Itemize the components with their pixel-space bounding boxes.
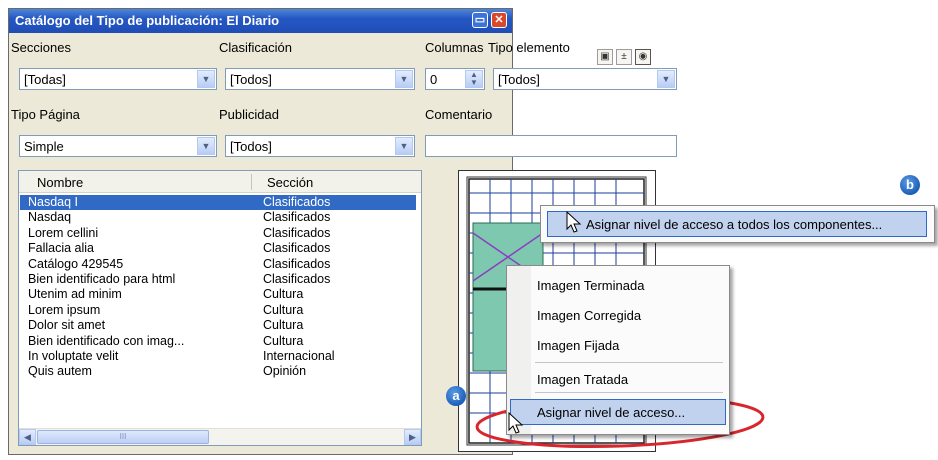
tipo-pagina-label: Tipo Página xyxy=(11,107,80,122)
menu-item-imagen-terminada[interactable]: Imagen Terminada xyxy=(537,278,644,293)
table-row[interactable]: Nasdaq I Clasificados xyxy=(20,195,416,210)
chevron-down-icon[interactable]: ▼ xyxy=(657,70,675,88)
secciones-select[interactable]: [Todas] ▼ xyxy=(19,68,217,90)
close-button[interactable]: ✕ xyxy=(491,12,507,28)
title-bar[interactable]: Catálogo del Tipo de publicación: El Dia… xyxy=(9,9,512,33)
window-title: Catálogo del Tipo de publicación: El Dia… xyxy=(15,13,280,28)
table-row[interactable]: Nasdaq Clasificados xyxy=(20,210,416,225)
column-header-nombre[interactable]: Nombre xyxy=(37,175,83,190)
secciones-label: Secciones xyxy=(11,40,71,55)
comentario-field[interactable] xyxy=(425,135,677,157)
tipo-elemento-select[interactable]: [Todos] ▼ xyxy=(493,68,677,90)
table-row[interactable]: Catálogo 429545 Clasificados xyxy=(20,257,416,272)
row-nombre: Dolor sit amet xyxy=(28,318,106,333)
clasificacion-label: Clasificación xyxy=(219,40,292,55)
chevron-down-icon[interactable]: ▼ xyxy=(395,137,413,155)
row-seccion: Clasificados xyxy=(263,225,331,240)
table-row[interactable]: Bien identificado para html Clasificados xyxy=(20,272,416,287)
table-row[interactable]: Fallacia alia Clasificados xyxy=(20,241,416,256)
tipo-pagina-select[interactable]: Simple ▼ xyxy=(19,135,217,157)
chevron-down-icon[interactable]: ▼ xyxy=(197,70,215,88)
columnas-label: Columnas xyxy=(425,40,484,55)
table-row[interactable]: In voluptate velit Internacional xyxy=(20,349,416,364)
row-nombre: Nasdaq xyxy=(28,210,72,225)
scroll-thumb[interactable]: III xyxy=(37,430,209,444)
sort-icon[interactable]: ± xyxy=(616,49,632,65)
row-nombre: Quis autem xyxy=(28,364,92,379)
row-seccion: Clasificados xyxy=(263,256,331,271)
chevron-down-icon[interactable]: ▼ xyxy=(395,70,413,88)
row-nombre: Fallacia alia xyxy=(28,241,95,256)
row-seccion: Clasificados xyxy=(263,241,331,256)
scroll-left-icon[interactable]: ◀ xyxy=(19,429,36,445)
list-header: Nombre Sección xyxy=(19,171,421,193)
tipo-pagina-value: Simple xyxy=(24,139,64,154)
row-nombre: Catálogo 429545 xyxy=(28,256,124,271)
table-row[interactable]: Quis autem Opinión xyxy=(20,364,416,379)
mouse-cursor-icon xyxy=(508,412,524,434)
columnas-stepper[interactable]: 0 ▲ ▼ xyxy=(425,68,485,90)
callout-a: a xyxy=(446,386,466,406)
publicidad-label: Publicidad xyxy=(219,107,279,122)
row-nombre: Lorem cellini xyxy=(28,225,99,240)
column-header-seccion[interactable]: Sección xyxy=(267,175,313,190)
secciones-value: [Todas] xyxy=(24,72,66,87)
columnas-value: 0 xyxy=(430,72,438,87)
tipo-elemento-label: Tipo elemento xyxy=(488,40,570,55)
row-seccion: Clasificados xyxy=(263,272,331,286)
minimize-button[interactable]: ▭ xyxy=(472,12,488,28)
scroll-right-icon[interactable]: ▶ xyxy=(404,429,421,445)
menu-separator xyxy=(535,392,723,393)
table-row[interactable]: Utenim ad minim Cultura xyxy=(20,287,416,302)
row-seccion: Cultura xyxy=(263,302,304,317)
row-seccion: Cultura xyxy=(263,333,304,348)
row-seccion: Clasificados xyxy=(263,210,331,225)
column-divider[interactable] xyxy=(251,174,252,190)
assign-access-all-label: Asignar nivel de acceso a todos los comp… xyxy=(586,217,883,232)
mouse-cursor-icon xyxy=(566,211,582,233)
clasificacion-value: [Todos] xyxy=(230,72,272,87)
eye-icon[interactable]: ◉ xyxy=(635,49,651,65)
row-nombre: Nasdaq I xyxy=(28,195,79,209)
row-nombre: Utenim ad minim xyxy=(28,287,122,302)
row-nombre: Lorem ipsum xyxy=(28,302,101,317)
comentario-label: Comentario xyxy=(425,107,493,122)
menu-item-imagen-fijada[interactable]: Imagen Fijada xyxy=(537,338,619,353)
row-seccion: Cultura xyxy=(263,318,304,333)
clasificacion-select[interactable]: [Todos] ▼ xyxy=(225,68,415,90)
table-row[interactable]: Bien identificado con imag... Cultura xyxy=(20,334,416,349)
spinner-arrows-icon[interactable]: ▲ ▼ xyxy=(465,70,483,88)
assign-access-label: Asignar nivel de acceso... xyxy=(537,405,686,420)
menu-item-imagen-tratada[interactable]: Imagen Tratada xyxy=(537,372,628,387)
row-seccion: Clasificados xyxy=(263,195,331,209)
table-row[interactable]: Lorem cellini Clasificados xyxy=(20,226,416,241)
table-row[interactable]: Dolor sit amet Cultura xyxy=(20,318,416,333)
callout-b: b xyxy=(900,175,920,195)
row-seccion: Internacional xyxy=(263,349,335,363)
row-nombre: Bien identificado con imag... xyxy=(28,333,185,348)
publications-list[interactable]: Nombre Sección Nasdaq I Clasificados Nasda… xyxy=(18,170,422,446)
context-menu-bulk: Asignar nivel de acceso a todos los comp… xyxy=(540,205,935,243)
horizontal-scrollbar[interactable]: ◀ III ▶ xyxy=(19,428,421,445)
menu-separator xyxy=(535,362,723,363)
menu-item-imagen-corregida[interactable]: Imagen Corregida xyxy=(537,308,641,323)
row-seccion: Opinión xyxy=(263,364,307,379)
row-seccion: Cultura xyxy=(263,287,304,302)
row-nombre: Bien identificado para html xyxy=(28,272,176,286)
publicidad-value: [Todos] xyxy=(230,139,272,154)
tipo-elemento-value: [Todos] xyxy=(498,72,540,87)
chevron-down-icon[interactable]: ▼ xyxy=(197,137,215,155)
table-row[interactable]: Lorem ipsum Cultura xyxy=(20,303,416,318)
view-page-icon[interactable]: ▣ xyxy=(597,49,613,65)
context-menu-image: Imagen Terminada Imagen Corregida Imagen… xyxy=(506,265,730,435)
row-nombre: In voluptate velit xyxy=(28,349,119,363)
publicidad-select[interactable]: [Todos] ▼ xyxy=(225,135,415,157)
assign-access-all-menu-item[interactable]: Asignar nivel de acceso a todos los comp… xyxy=(547,211,927,237)
assign-access-menu-item[interactable]: Asignar nivel de acceso... xyxy=(510,399,726,425)
